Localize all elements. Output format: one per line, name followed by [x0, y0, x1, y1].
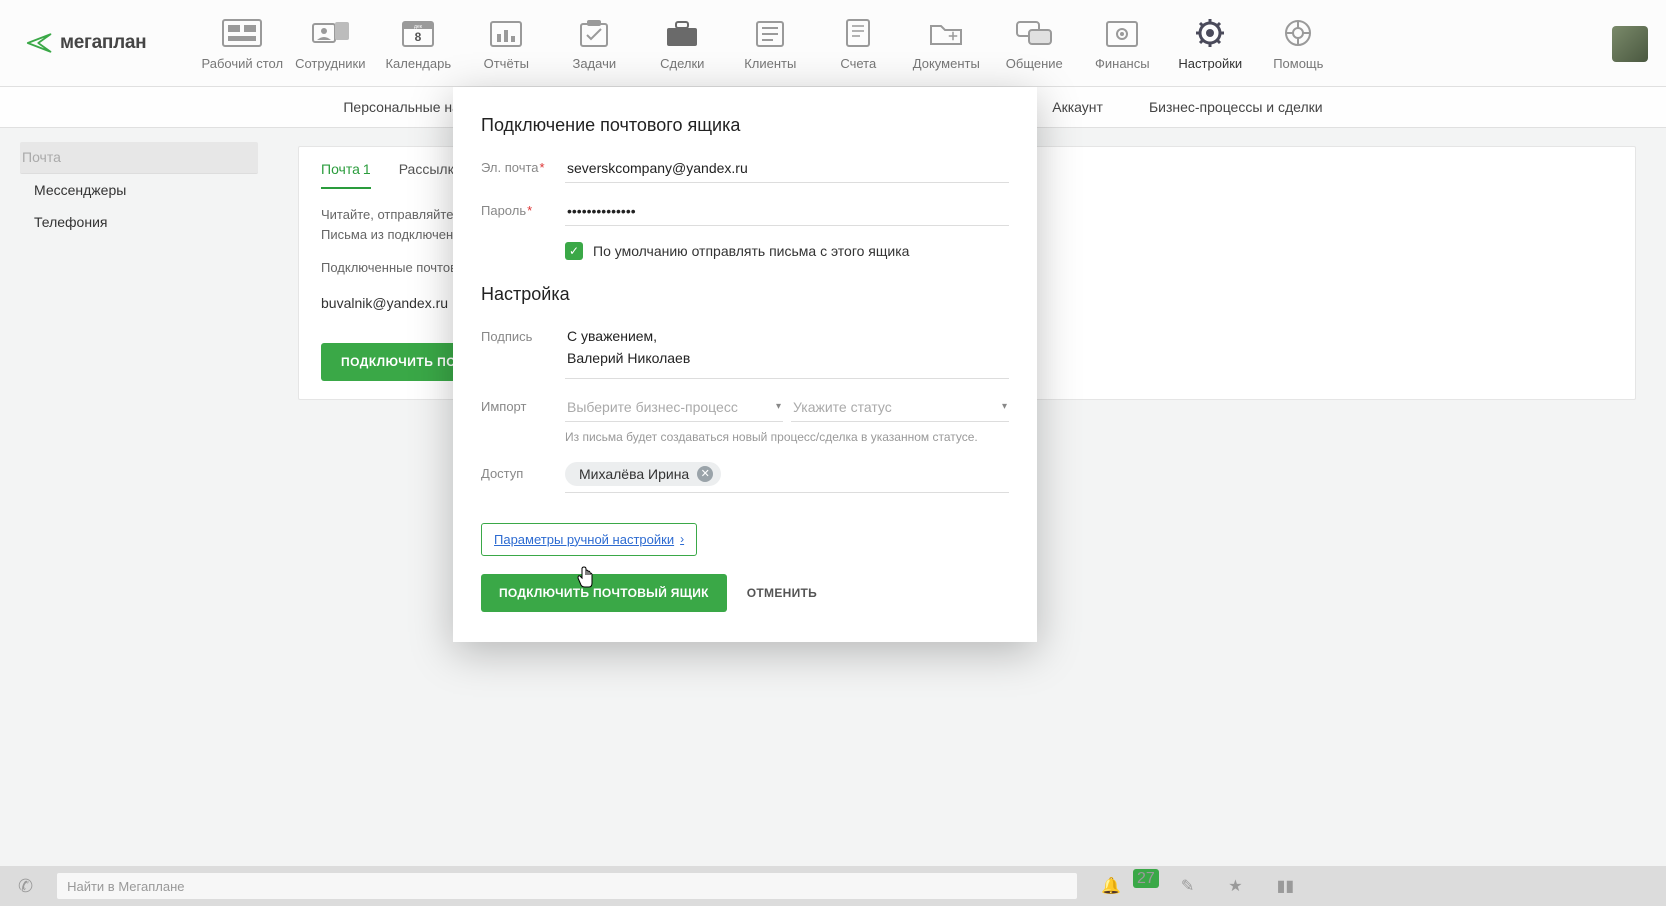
signature-input[interactable]: С уважением, Валерий Николаев	[565, 325, 1009, 379]
nav-clients[interactable]: Клиенты	[726, 16, 814, 71]
nav-documents[interactable]: Документы	[902, 16, 990, 71]
nav-help[interactable]: Помощь	[1254, 16, 1342, 71]
favorites-icon[interactable]: ★	[1228, 876, 1242, 896]
users-icon	[307, 16, 353, 50]
access-label: Доступ	[481, 462, 565, 481]
nav-settings[interactable]: Настройки	[1166, 16, 1254, 71]
email-input[interactable]	[565, 156, 1009, 183]
nav-reports[interactable]: Отчёты	[462, 16, 550, 71]
nav-calendar[interactable]: дек8 Календарь	[374, 16, 462, 71]
folder-icon	[923, 16, 969, 50]
remove-chip-icon[interactable]: ✕	[697, 466, 713, 482]
topbar: мегаплан Рабочий стол Сотрудники дек8 Ка…	[0, 0, 1666, 87]
import-hint: Из письма будет создаваться новый процес…	[565, 430, 1009, 444]
calendar-icon: дек8	[395, 16, 441, 50]
email-label: Эл. почта	[481, 160, 539, 175]
chevron-right-icon: ›	[680, 532, 684, 546]
plane-icon	[26, 29, 54, 57]
signature-label: Подпись	[481, 325, 565, 344]
clients-icon	[747, 16, 793, 50]
global-search-input[interactable]: Найти в Мегаплане	[57, 873, 1077, 899]
svg-text:8: 8	[415, 30, 422, 44]
chevron-down-icon: ▾	[776, 401, 781, 412]
invoice-icon	[835, 16, 881, 50]
default-sender-label: По умолчанию отправлять письма с этого я…	[593, 243, 909, 259]
modal-overlay: Подключение почтового ящика Эл. почта* П…	[0, 87, 1666, 906]
chat-icon	[1011, 16, 1057, 50]
nav-tasks[interactable]: Задачи	[550, 16, 638, 71]
cancel-button[interactable]: ОТМЕНИТЬ	[747, 586, 817, 600]
notifications-icon[interactable]: 🔔27	[1101, 876, 1147, 896]
default-sender-checkbox[interactable]: ✓	[565, 242, 583, 260]
nav-employees[interactable]: Сотрудники	[286, 16, 374, 71]
nav-dashboard[interactable]: Рабочий стол	[198, 16, 286, 71]
nav-finance[interactable]: Финансы	[1078, 16, 1166, 71]
lifebuoy-icon	[1275, 16, 1321, 50]
password-input[interactable]	[565, 199, 1009, 226]
main-nav: Рабочий стол Сотрудники дек8 Календарь О…	[198, 16, 1342, 71]
logo-text: мегаплан	[60, 32, 146, 54]
logo[interactable]: мегаплан	[26, 29, 146, 57]
password-label: Пароль	[481, 203, 526, 218]
tasks-icon	[571, 16, 617, 50]
connect-mailbox-modal: Подключение почтового ящика Эл. почта* П…	[453, 87, 1037, 642]
tasks-panel-icon[interactable]: ▮▮	[1277, 876, 1295, 896]
modal-title-settings: Настройка	[481, 284, 1009, 305]
gear-icon	[1187, 16, 1233, 50]
modal-title-connection: Подключение почтового ящика	[481, 115, 1009, 136]
phone-icon[interactable]: ✆	[18, 876, 33, 897]
nav-chat[interactable]: Общение	[990, 16, 1078, 71]
advanced-settings-link[interactable]: Параметры ручной настройки ›	[481, 523, 697, 556]
bottom-bar: ✆ Найти в Мегаплане 🔔27 ✎ ★ ▮▮	[0, 866, 1666, 906]
import-label: Импорт	[481, 395, 565, 414]
safe-icon	[1099, 16, 1145, 50]
reports-icon	[483, 16, 529, 50]
nav-invoices[interactable]: Счета	[814, 16, 902, 71]
nav-deals[interactable]: Сделки	[638, 16, 726, 71]
dashboard-icon	[219, 16, 265, 50]
process-select[interactable]: Выберите бизнес-процесс▾	[565, 395, 783, 422]
status-select[interactable]: Укажите статус▾	[791, 395, 1009, 422]
access-user-chip: Михалёва Ирина ✕	[565, 462, 721, 486]
chevron-down-icon: ▾	[1002, 401, 1007, 412]
submit-connect-button[interactable]: ПОДКЛЮЧИТЬ ПОЧТОВЫЙ ЯЩИК	[481, 574, 727, 612]
user-avatar[interactable]	[1612, 26, 1648, 62]
drafts-icon[interactable]: ✎	[1181, 876, 1194, 896]
briefcase-icon	[659, 16, 705, 50]
